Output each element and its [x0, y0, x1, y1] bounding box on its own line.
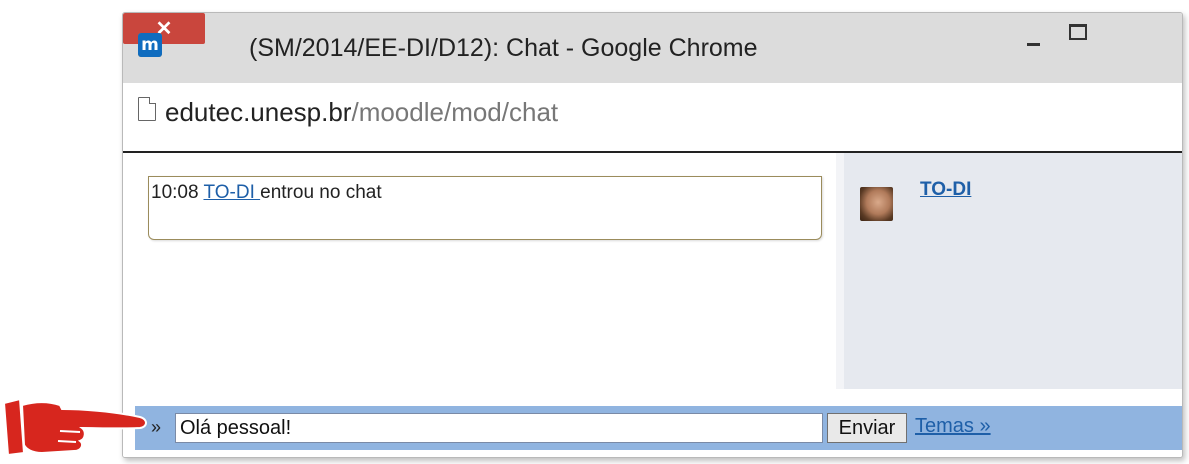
- moodle-app-icon: m: [138, 33, 162, 57]
- users-panel: TO-DI: [836, 153, 1182, 389]
- title-bar[interactable]: m (SM/2014/EE-DI/D12): Chat - Google Chr…: [123, 13, 1182, 83]
- close-icon[interactable]: ✕: [123, 13, 205, 44]
- avatar[interactable]: [860, 187, 893, 221]
- message-text: entrou no chat: [260, 182, 382, 203]
- message-input[interactable]: [175, 413, 823, 443]
- send-button[interactable]: Enviar: [827, 413, 907, 443]
- window-title: (SM/2014/EE-DI/D12): Chat - Google Chrom…: [249, 34, 758, 62]
- messages-box: 10:08 TO-DI entrou no chat: [148, 176, 822, 240]
- user-link[interactable]: TO-DI: [920, 179, 971, 201]
- message-time: 10:08: [151, 182, 199, 203]
- maximize-icon[interactable]: [1057, 21, 1097, 45]
- minimize-icon[interactable]: [1015, 21, 1055, 46]
- pointing-hand-icon: [2, 397, 147, 457]
- message-user-link[interactable]: TO-DI: [203, 182, 260, 203]
- url-host: edutec.unesp.br: [165, 97, 352, 127]
- url-path: /moodle/mod/chat: [351, 97, 559, 127]
- chat-message: 10:08 TO-DI entrou no chat: [151, 182, 382, 204]
- themes-link[interactable]: Temas »: [915, 415, 991, 438]
- page-icon: [138, 97, 156, 121]
- url-text[interactable]: edutec.unesp.br/moodle/mod/chat: [165, 97, 558, 128]
- chat-page: 10:08 TO-DI entrou no chat TO-DI » Envia…: [123, 153, 1182, 457]
- address-bar[interactable]: edutec.unesp.br/moodle/mod/chat: [123, 83, 1182, 153]
- browser-window: m (SM/2014/EE-DI/D12): Chat - Google Chr…: [122, 12, 1183, 458]
- input-prefix: »: [151, 417, 162, 437]
- input-bar: » Enviar Temas »: [135, 406, 1182, 450]
